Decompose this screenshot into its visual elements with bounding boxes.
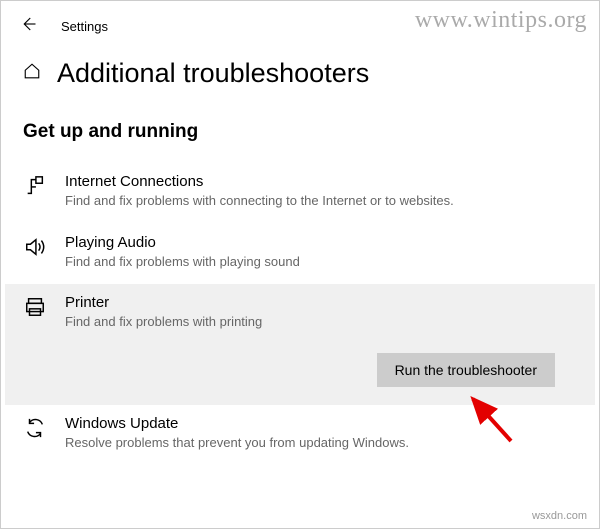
page-header: Additional troubleshooters <box>1 46 599 107</box>
item-title: Playing Audio <box>65 234 577 251</box>
item-text: Playing Audio Find and fix problems with… <box>65 234 577 271</box>
sync-icon <box>23 415 47 439</box>
printer-icon <box>23 294 47 318</box>
run-button-row: Run the troubleshooter <box>5 349 595 405</box>
source-text: wsxdn.com <box>532 510 587 522</box>
speaker-icon <box>23 234 47 258</box>
page-title: Additional troubleshooters <box>57 58 369 89</box>
item-text: Printer Find and fix problems with print… <box>65 294 577 331</box>
item-desc: Find and fix problems with playing sound <box>65 253 505 271</box>
item-desc: Find and fix problems with connecting to… <box>65 192 505 210</box>
internet-icon <box>23 173 47 197</box>
section-heading: Get up and running <box>1 107 599 163</box>
item-title: Windows Update <box>65 415 577 432</box>
back-arrow-icon[interactable] <box>19 15 37 38</box>
item-desc: Resolve problems that prevent you from u… <box>65 434 505 452</box>
window-title: Settings <box>61 19 108 34</box>
item-title: Internet Connections <box>65 173 577 190</box>
troubleshooter-windows-update[interactable]: Windows Update Resolve problems that pre… <box>5 405 595 466</box>
troubleshooter-internet-connections[interactable]: Internet Connections Find and fix proble… <box>5 163 595 224</box>
item-title: Printer <box>65 294 577 311</box>
troubleshooter-playing-audio[interactable]: Playing Audio Find and fix problems with… <box>5 224 595 285</box>
item-text: Internet Connections Find and fix proble… <box>65 173 577 210</box>
troubleshooter-printer[interactable]: Printer Find and fix problems with print… <box>5 284 595 349</box>
item-desc: Find and fix problems with printing <box>65 313 505 331</box>
home-icon[interactable] <box>23 62 41 85</box>
item-text: Windows Update Resolve problems that pre… <box>65 415 577 452</box>
troubleshooter-list: Internet Connections Find and fix proble… <box>1 163 599 465</box>
watermark-text: www.wintips.org <box>415 7 587 34</box>
run-troubleshooter-button[interactable]: Run the troubleshooter <box>377 353 555 387</box>
